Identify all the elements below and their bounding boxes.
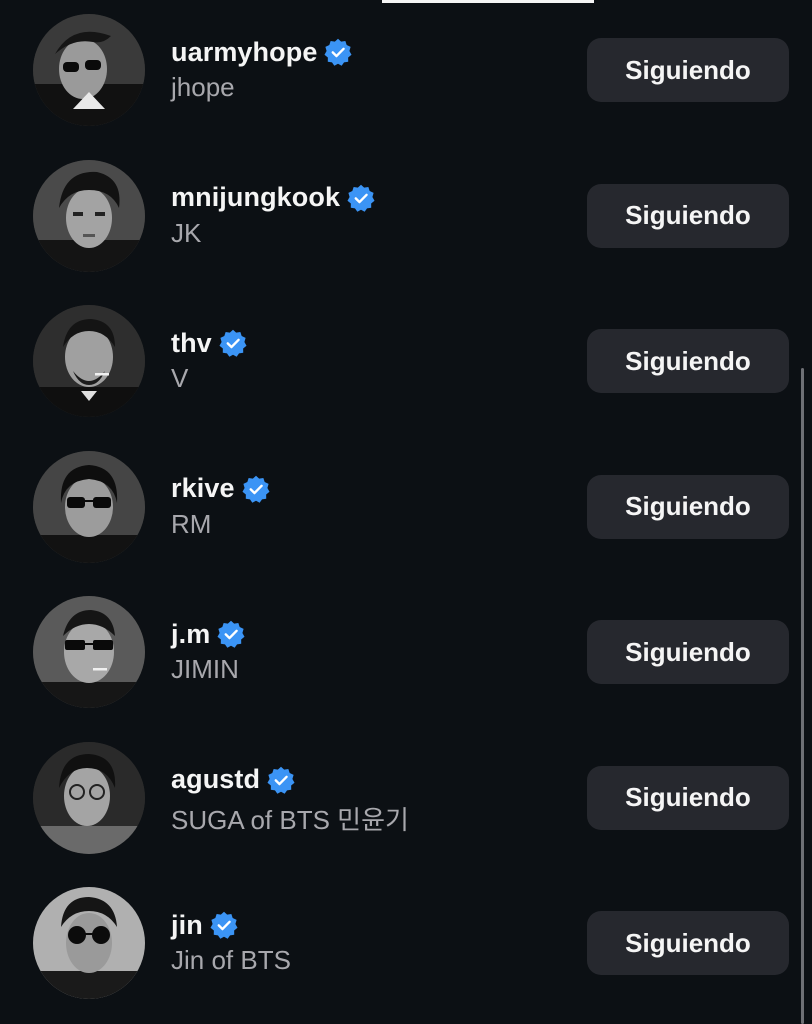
list-item[interactable]: jin Jin of BTS Siguiendo [0, 873, 812, 1019]
following-button[interactable]: Siguiendo [587, 474, 789, 539]
avatar[interactable] [33, 741, 145, 854]
list-item[interactable]: thv V Siguiendo [0, 291, 812, 437]
following-button[interactable]: Siguiendo [587, 329, 789, 393]
following-button[interactable]: Siguiendo [587, 911, 789, 975]
verified-badge-icon [217, 620, 245, 648]
verified-badge-icon [242, 475, 270, 503]
verified-badge-icon [267, 766, 295, 794]
following-button[interactable]: Siguiendo [587, 183, 789, 248]
avatar[interactable] [33, 14, 145, 126]
full-name: JIMIN [171, 654, 239, 684]
verified-badge-icon [219, 329, 247, 357]
list-item[interactable]: j.m JIMIN Siguiendo [0, 582, 812, 728]
username[interactable]: mnijungkook [171, 182, 340, 213]
following-button[interactable]: Siguiendo [587, 620, 789, 684]
list-item[interactable]: agustd SUGA of BTS 민윤기 Siguiendo [0, 728, 812, 874]
avatar[interactable] [33, 887, 145, 999]
username[interactable]: thv [171, 328, 212, 359]
following-button[interactable]: Siguiendo [587, 765, 789, 830]
avatar[interactable] [33, 305, 145, 417]
verified-badge-icon [210, 911, 238, 939]
username[interactable]: rkive [171, 473, 235, 504]
avatar[interactable] [33, 450, 145, 563]
username[interactable]: uarmyhope [171, 37, 317, 68]
avatar[interactable] [33, 596, 145, 708]
full-name: JK [171, 217, 202, 248]
following-list: uarmyhope jhope Siguiendo mnijungkook JK… [0, 0, 812, 1024]
verified-badge-icon [347, 184, 375, 212]
list-item[interactable]: rkive RM Siguiendo [0, 437, 812, 583]
full-name: V [171, 363, 189, 393]
full-name: RM [171, 508, 212, 539]
username[interactable]: agustd [171, 764, 260, 795]
full-name: jhope [171, 72, 235, 102]
following-screen: uarmyhope jhope Siguiendo mnijungkook JK… [0, 0, 812, 1024]
full-name: Jin of BTS [171, 945, 291, 975]
following-button[interactable]: Siguiendo [587, 38, 789, 102]
username[interactable]: jin [171, 910, 203, 941]
full-name: SUGA of BTS 민윤기 [171, 804, 409, 835]
list-item[interactable]: mnijungkook JK Siguiendo [0, 146, 812, 292]
username[interactable]: j.m [171, 619, 210, 650]
list-item[interactable]: uarmyhope jhope Siguiendo [0, 0, 812, 146]
verified-badge-icon [324, 38, 352, 66]
avatar[interactable] [33, 159, 145, 272]
